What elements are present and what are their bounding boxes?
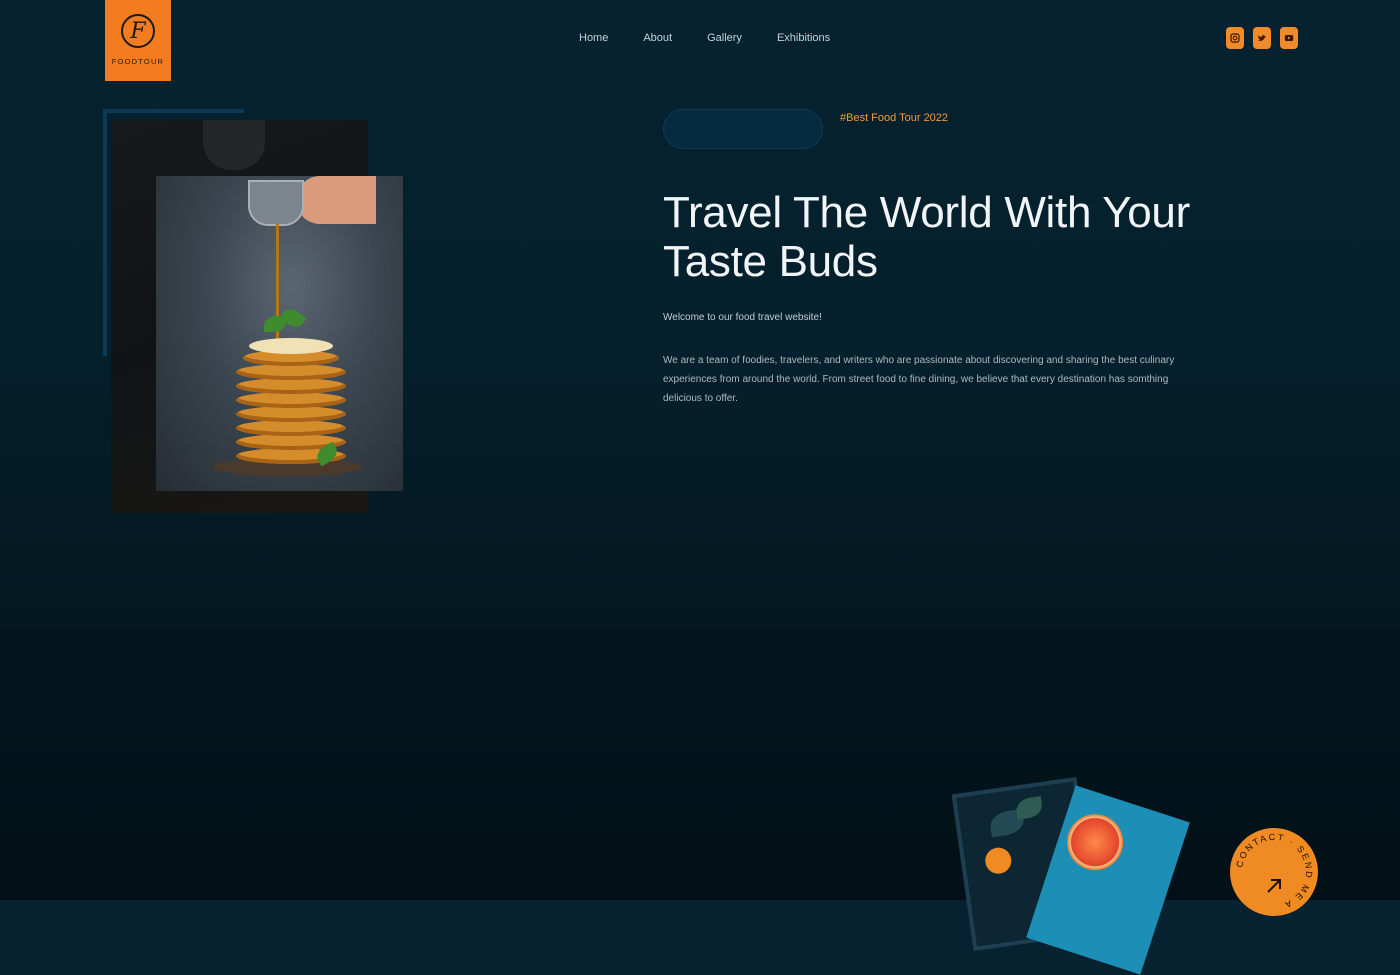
- svg-text:CONTACT · SEND ME A: CONTACT · SEND ME A: [1234, 832, 1314, 911]
- syrup-glass: [248, 180, 304, 226]
- pancake-layer: [236, 364, 346, 380]
- contact-badge-text: CONTACT · SEND ME A: [1234, 832, 1312, 911]
- pancake-layer: [236, 378, 346, 394]
- twitter-icon[interactable]: [1253, 27, 1271, 49]
- main-nav: Home About Gallery Exhibitions: [579, 32, 830, 44]
- decorative-frame-side: [103, 109, 107, 356]
- grapefruit-shape: [1059, 806, 1131, 878]
- instagram-icon[interactable]: [1226, 27, 1244, 49]
- hero-description: We are a team of foodies, travelers, and…: [663, 355, 1175, 404]
- pancake-layer: [236, 420, 346, 436]
- logo-text: FOODTOUR: [111, 57, 165, 66]
- hero-welcome: Welcome to our food travel website!: [663, 312, 822, 323]
- contact-badge[interactable]: CONTACT · SEND ME A: [1230, 828, 1318, 916]
- youtube-icon[interactable]: [1280, 27, 1298, 49]
- pancake-photo: [156, 176, 403, 491]
- pancake-layer: [236, 406, 346, 422]
- hero-tag: #Best Food Tour 2022: [840, 112, 949, 124]
- logo-letter: F: [121, 14, 155, 48]
- decorative-frame: [103, 109, 244, 113]
- brand-logo[interactable]: F FOODTOUR: [105, 0, 171, 81]
- arrow-up-right-icon: [1267, 879, 1281, 893]
- hero-headline: Travel The World With Your Taste Buds: [663, 188, 1190, 286]
- nav-about[interactable]: About: [643, 32, 672, 44]
- hero-pill[interactable]: [663, 109, 823, 149]
- social-links: [1226, 27, 1298, 49]
- nav-exhibitions[interactable]: Exhibitions: [777, 32, 830, 44]
- hand-shape: [296, 176, 376, 224]
- banana-layer: [249, 338, 333, 354]
- orange-shape: [983, 846, 1013, 876]
- cup-shape: [203, 120, 265, 170]
- nav-gallery[interactable]: Gallery: [707, 32, 742, 44]
- nav-home[interactable]: Home: [579, 32, 608, 44]
- pancake-layer: [236, 392, 346, 408]
- leaf-shape: [1014, 796, 1044, 820]
